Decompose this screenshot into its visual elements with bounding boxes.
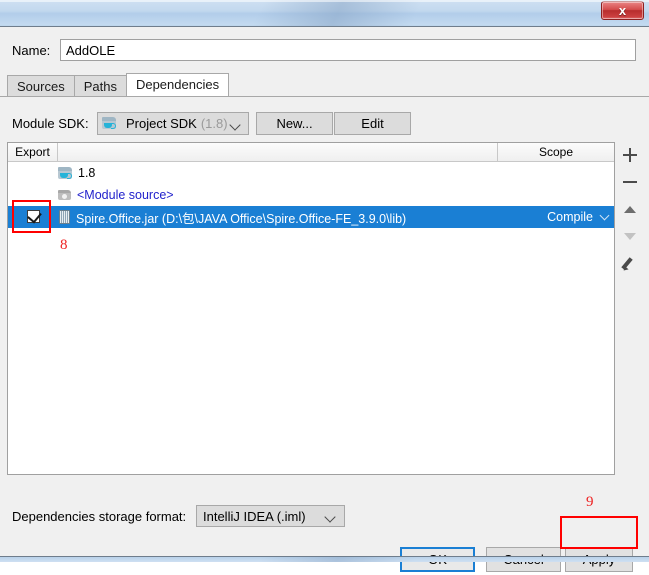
row-label: Spire.Office.jar (D:\包\JAVA Office\Spire…: [76, 211, 407, 226]
row-scope-value: Compile: [547, 210, 593, 224]
new-sdk-button[interactable]: New...: [256, 112, 333, 135]
sdk-icon: [102, 116, 118, 131]
table-row[interactable]: 1.8: [8, 162, 614, 184]
module-source-icon: [58, 189, 72, 201]
chevron-down-icon: [324, 511, 336, 523]
storage-format-value: IntelliJ IDEA (.iml): [203, 508, 306, 524]
module-settings-dialog: x Name: Sources Paths Dependencies Modul…: [0, 0, 649, 572]
tab-paths[interactable]: Paths: [73, 75, 127, 96]
title-bar: x: [0, 0, 649, 27]
module-sdk-version: (1.8): [200, 116, 228, 131]
plus-icon: [617, 142, 643, 169]
row-name-cell: Spire.Office.jar (D:\包\JAVA Office\Spire…: [58, 206, 504, 228]
module-sdk-value: Project SDK: [126, 116, 197, 131]
row-export-cell[interactable]: [8, 206, 58, 228]
move-down-button[interactable]: [617, 223, 643, 250]
table-body: 1.8 <Module source> Spire.Office.jar (D:…: [8, 162, 614, 474]
name-row: Name:: [0, 39, 649, 63]
module-sdk-label: Module SDK:: [12, 116, 89, 131]
chevron-down-icon: [599, 210, 610, 221]
chevron-down-icon: [229, 119, 241, 131]
sdk-icon: [58, 166, 73, 180]
row-name-cell: 1.8: [58, 162, 504, 184]
check-icon: [27, 208, 42, 224]
tab-sources[interactable]: Sources: [7, 75, 75, 96]
arrow-down-icon: [617, 223, 643, 250]
edit-dependency-button[interactable]: [617, 250, 643, 277]
table-row[interactable]: Spire.Office.jar (D:\包\JAVA Office\Spire…: [8, 206, 614, 228]
close-icon: x: [618, 3, 627, 18]
table-toolbar: [617, 142, 643, 475]
tab-dependencies[interactable]: Dependencies: [125, 73, 230, 96]
column-header-scope[interactable]: Scope: [498, 143, 614, 161]
name-label: Name:: [12, 43, 51, 58]
remove-dependency-button[interactable]: [617, 169, 643, 196]
module-sdk-row: Module SDK: Project SDK (1.8) New... Edi…: [0, 112, 649, 136]
row-name-cell: <Module source>: [58, 184, 504, 206]
move-up-button[interactable]: [617, 196, 643, 223]
row-scope-cell: [504, 184, 614, 206]
row-export-cell[interactable]: [8, 184, 58, 206]
dialog-client-area: Name: Sources Paths Dependencies Module …: [0, 27, 649, 572]
column-header-export[interactable]: Export: [8, 143, 58, 161]
storage-format-label: Dependencies storage format:: [12, 509, 187, 524]
row-label: <Module source>: [77, 188, 174, 202]
window-bottom-edge: [0, 556, 649, 562]
add-dependency-button[interactable]: [617, 142, 643, 169]
edit-sdk-button[interactable]: Edit: [334, 112, 411, 135]
storage-format-select[interactable]: IntelliJ IDEA (.iml): [196, 505, 345, 527]
close-button[interactable]: x: [601, 1, 644, 20]
export-checkbox[interactable]: [27, 208, 42, 224]
row-label: 1.8: [78, 166, 96, 180]
jar-icon: [59, 210, 70, 224]
module-sdk-select[interactable]: Project SDK (1.8): [97, 112, 249, 135]
table-header-row: Export Scope: [8, 143, 614, 162]
row-export-cell[interactable]: [8, 162, 58, 184]
row-scope-cell: [504, 162, 614, 184]
pencil-icon: [621, 256, 637, 273]
column-header-name[interactable]: [58, 143, 498, 161]
row-scope-cell[interactable]: Compile: [504, 206, 614, 228]
table-row[interactable]: <Module source>: [8, 184, 614, 206]
dependencies-table: Export Scope 1.8 <Module source> Spire.O…: [7, 142, 615, 475]
tab-bar: Sources Paths Dependencies: [7, 73, 230, 96]
name-input[interactable]: [60, 39, 636, 61]
arrow-up-icon: [617, 196, 643, 223]
minus-icon: [617, 169, 643, 196]
storage-format-row: Dependencies storage format: IntelliJ ID…: [0, 505, 649, 529]
